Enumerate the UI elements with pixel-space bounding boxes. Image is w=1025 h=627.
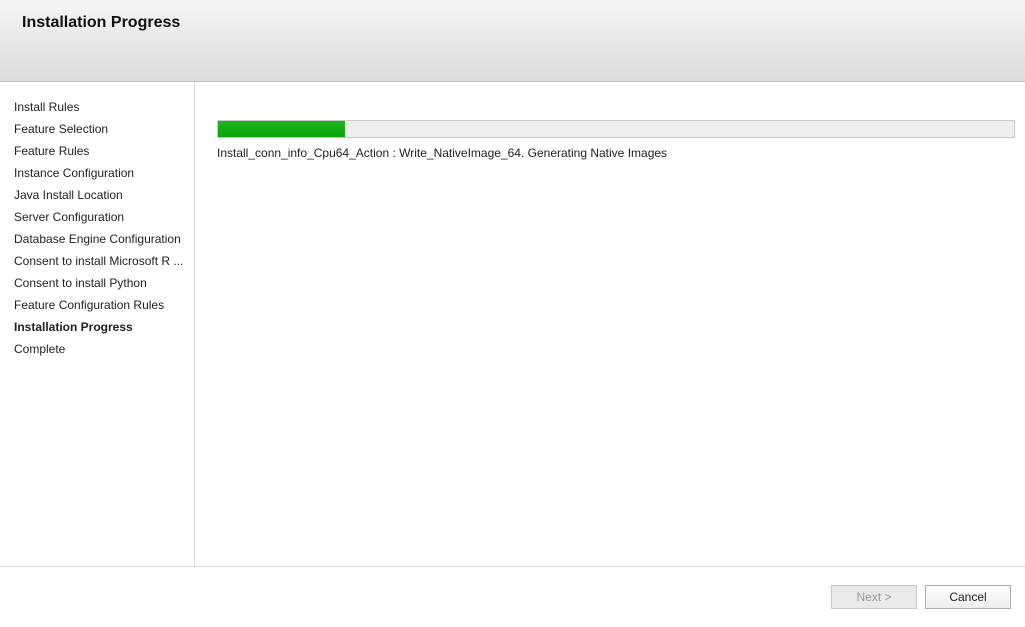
cancel-button[interactable]: Cancel — [925, 585, 1011, 609]
progress-fill — [218, 121, 345, 137]
progress-wrap: Install_conn_info_Cpu64_Action : Write_N… — [217, 120, 1015, 160]
sidebar-item-java-install-location[interactable]: Java Install Location — [14, 184, 194, 206]
progress-bar — [217, 120, 1015, 138]
sidebar-item-database-engine-configuration[interactable]: Database Engine Configuration — [14, 228, 194, 250]
sidebar-item-install-rules[interactable]: Install Rules — [14, 96, 194, 118]
sidebar-item-feature-configuration-rules[interactable]: Feature Configuration Rules — [14, 294, 194, 316]
sidebar-item-instance-configuration[interactable]: Instance Configuration — [14, 162, 194, 184]
sidebar-item-installation-progress[interactable]: Installation Progress — [14, 316, 194, 338]
wizard-footer: Next > Cancel — [0, 566, 1025, 627]
progress-status-text: Install_conn_info_Cpu64_Action : Write_N… — [217, 146, 1015, 160]
page-title: Installation Progress — [22, 14, 1003, 32]
sidebar-item-consent-python[interactable]: Consent to install Python — [14, 272, 194, 294]
sidebar-item-feature-rules[interactable]: Feature Rules — [14, 140, 194, 162]
wizard-steps-sidebar: Install Rules Feature Selection Feature … — [0, 82, 195, 566]
wizard-body: Install Rules Feature Selection Feature … — [0, 82, 1025, 566]
sidebar-item-consent-microsoft-r[interactable]: Consent to install Microsoft R ... — [14, 250, 194, 272]
wizard-main-panel: Install_conn_info_Cpu64_Action : Write_N… — [195, 82, 1025, 566]
wizard-header: Installation Progress — [0, 0, 1025, 82]
sidebar-item-feature-selection[interactable]: Feature Selection — [14, 118, 194, 140]
next-button[interactable]: Next > — [831, 585, 917, 609]
sidebar-item-complete[interactable]: Complete — [14, 338, 194, 360]
sidebar-item-server-configuration[interactable]: Server Configuration — [14, 206, 194, 228]
